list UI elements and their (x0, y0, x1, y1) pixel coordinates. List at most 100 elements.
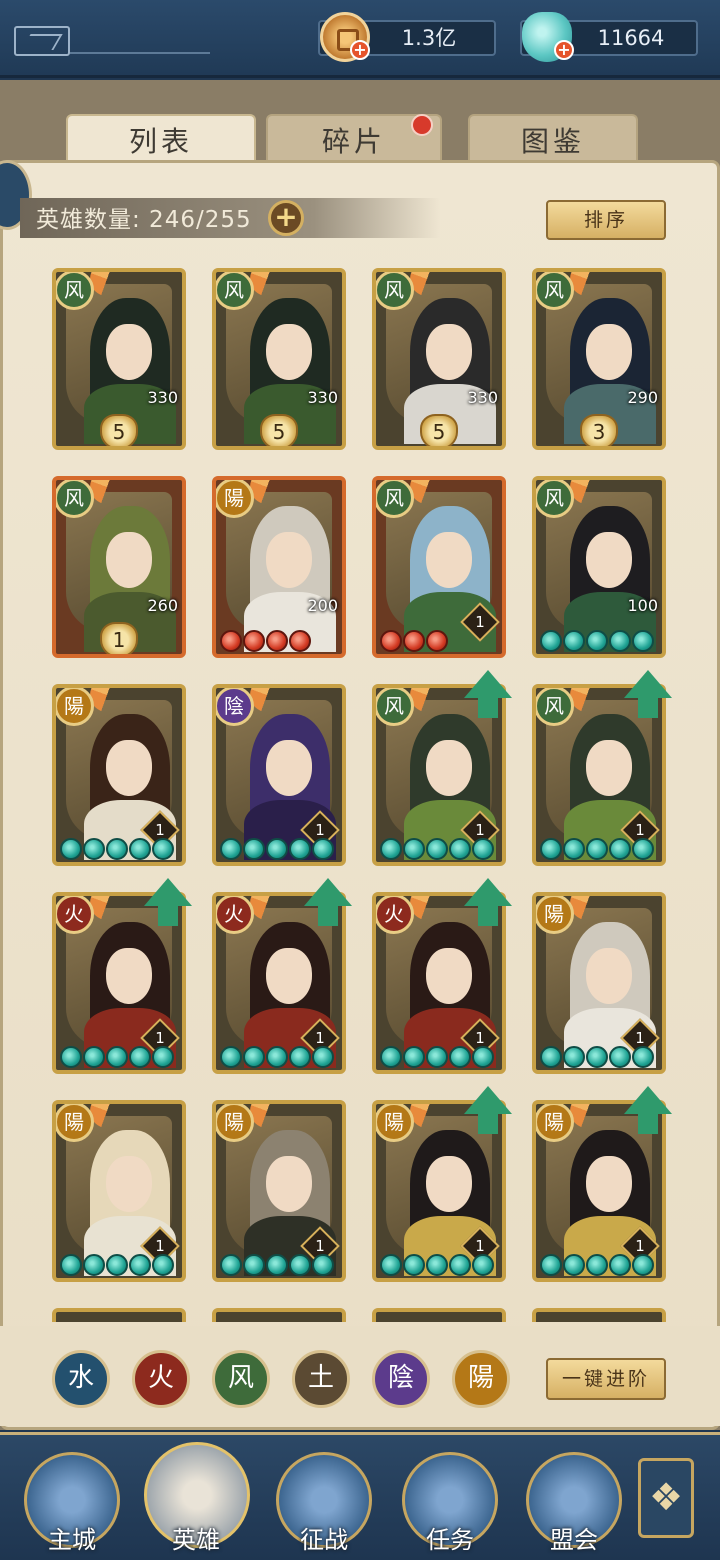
upgrade-arrow-icon (144, 878, 192, 926)
advancement-pip-icon (312, 1046, 334, 1068)
advancement-pip-icon (60, 1046, 82, 1068)
hero-card[interactable]: 风1 (372, 476, 506, 658)
element-badge: 火 (216, 896, 254, 934)
advancement-pip-icon (586, 1046, 608, 1068)
tab-codex[interactable]: 图鉴 (468, 114, 638, 166)
hero-face (586, 1156, 632, 1212)
element-badge: 风 (536, 272, 574, 310)
advancement-pip-icon (609, 1254, 631, 1276)
hero-face (426, 948, 472, 1004)
advancement-pip-icon (380, 630, 402, 652)
element-filter-button[interactable]: 水 (52, 1350, 110, 1408)
hero-face (426, 532, 472, 588)
expand-capacity-button[interactable]: + (268, 200, 304, 236)
hero-card-partial[interactable] (52, 1308, 186, 1322)
advancement-pip-icon (632, 1254, 654, 1276)
advancement-pips (220, 838, 334, 860)
advancement-pip-icon (540, 838, 562, 860)
hero-face (106, 740, 152, 796)
hero-card[interactable]: 陽1 (212, 1100, 346, 1282)
advancement-pip-icon (312, 1254, 334, 1276)
nav-label: 盟会 (550, 1526, 598, 1554)
hero-card-partial[interactable] (372, 1308, 506, 1322)
add-coins-icon[interactable]: + (350, 40, 370, 60)
element-filter-button[interactable]: 土 (292, 1350, 350, 1408)
advancement-pip-icon (563, 630, 585, 652)
advancement-pip-icon (60, 1254, 82, 1276)
advancement-pips (380, 838, 494, 860)
upgrade-arrow-icon (624, 1086, 672, 1134)
hero-count: 英雄数量: 246/255 (36, 207, 252, 233)
advancement-pip-icon (60, 838, 82, 860)
advancement-pip-icon (403, 630, 425, 652)
advancement-pip-icon (426, 1254, 448, 1276)
advancement-pip-icon (289, 838, 311, 860)
advancement-pip-icon (426, 630, 448, 652)
advancement-pip-icon (449, 838, 471, 860)
upgrade-all-button[interactable]: 一键进阶 (546, 1358, 666, 1400)
element-filter-button[interactable]: 风 (212, 1350, 270, 1408)
advancement-pip-icon (632, 630, 654, 652)
advancement-pip-icon (266, 1254, 288, 1276)
tab-list[interactable]: 列表 (66, 114, 256, 166)
upgrade-arrow-icon (464, 878, 512, 926)
element-badge: 风 (536, 480, 574, 518)
advancement-pip-icon (106, 838, 128, 860)
element-badge: 风 (536, 688, 574, 726)
add-jade-icon[interactable]: + (554, 40, 574, 60)
hero-card[interactable]: 风 100 (532, 476, 666, 658)
advancement-pip-icon (83, 1046, 105, 1068)
advancement-pip-icon (380, 1254, 402, 1276)
hero-face (106, 948, 152, 1004)
coins-value: 1.3亿 (401, 26, 457, 50)
element-filter-button[interactable]: 火 (132, 1350, 190, 1408)
hero-card-partial[interactable] (532, 1308, 666, 1322)
element-badge: 陽 (536, 1104, 574, 1142)
element-badge: 陽 (56, 1104, 94, 1142)
advancement-pip-icon (220, 1046, 242, 1068)
advancement-pip-icon (449, 1046, 471, 1068)
advancement-pip-icon (220, 630, 242, 652)
advancement-pips (380, 630, 448, 652)
jade-value: 11664 (597, 26, 665, 50)
hero-card[interactable]: 陽1 (52, 1100, 186, 1282)
advancement-pips (220, 1254, 334, 1276)
hero-face (106, 324, 152, 380)
hero-card-partial[interactable] (212, 1308, 346, 1322)
hero-face (426, 1156, 472, 1212)
nav-label: 主城 (48, 1526, 96, 1554)
hero-face (266, 948, 312, 1004)
element-badge: 陽 (536, 896, 574, 934)
hero-card[interactable]: 陽1 (532, 892, 666, 1074)
hero-card[interactable]: 风 330 5 (212, 268, 346, 450)
element-filter-button[interactable]: 陰 (372, 1350, 430, 1408)
hero-card[interactable]: 陽1 (52, 684, 186, 866)
hero-card[interactable]: 陰1 (212, 684, 346, 866)
element-badge: 风 (56, 272, 94, 310)
upgrade-arrow-icon (464, 670, 512, 718)
hero-card[interactable]: 陽 200 (212, 476, 346, 658)
hero-level: 100 (627, 596, 658, 615)
advancement-pip-icon (632, 1046, 654, 1068)
hero-face (266, 1156, 312, 1212)
sort-button[interactable]: 排序 (546, 200, 666, 240)
star-rank-badge: 3 (580, 414, 618, 446)
advancement-pip-icon (152, 1046, 174, 1068)
advancement-pip-icon (563, 1254, 585, 1276)
advancement-pips (540, 1254, 654, 1276)
advancement-pip-icon (106, 1254, 128, 1276)
advancement-pip-icon (243, 1046, 265, 1068)
element-badge: 陽 (216, 480, 254, 518)
hero-face (586, 532, 632, 588)
hero-card[interactable]: 风 330 5 (372, 268, 506, 450)
divider (70, 52, 210, 54)
menu-icon[interactable]: ❖ (638, 1458, 694, 1538)
advancement-pip-icon (152, 1254, 174, 1276)
hero-card[interactable]: 风 260 1 (52, 476, 186, 658)
element-badge: 风 (376, 688, 414, 726)
element-badge: 风 (56, 480, 94, 518)
hero-card[interactable]: 风 290 3 (532, 268, 666, 450)
element-filter-button[interactable]: 陽 (452, 1350, 510, 1408)
hero-card[interactable]: 风 330 5 (52, 268, 186, 450)
element-badge: 火 (56, 896, 94, 934)
